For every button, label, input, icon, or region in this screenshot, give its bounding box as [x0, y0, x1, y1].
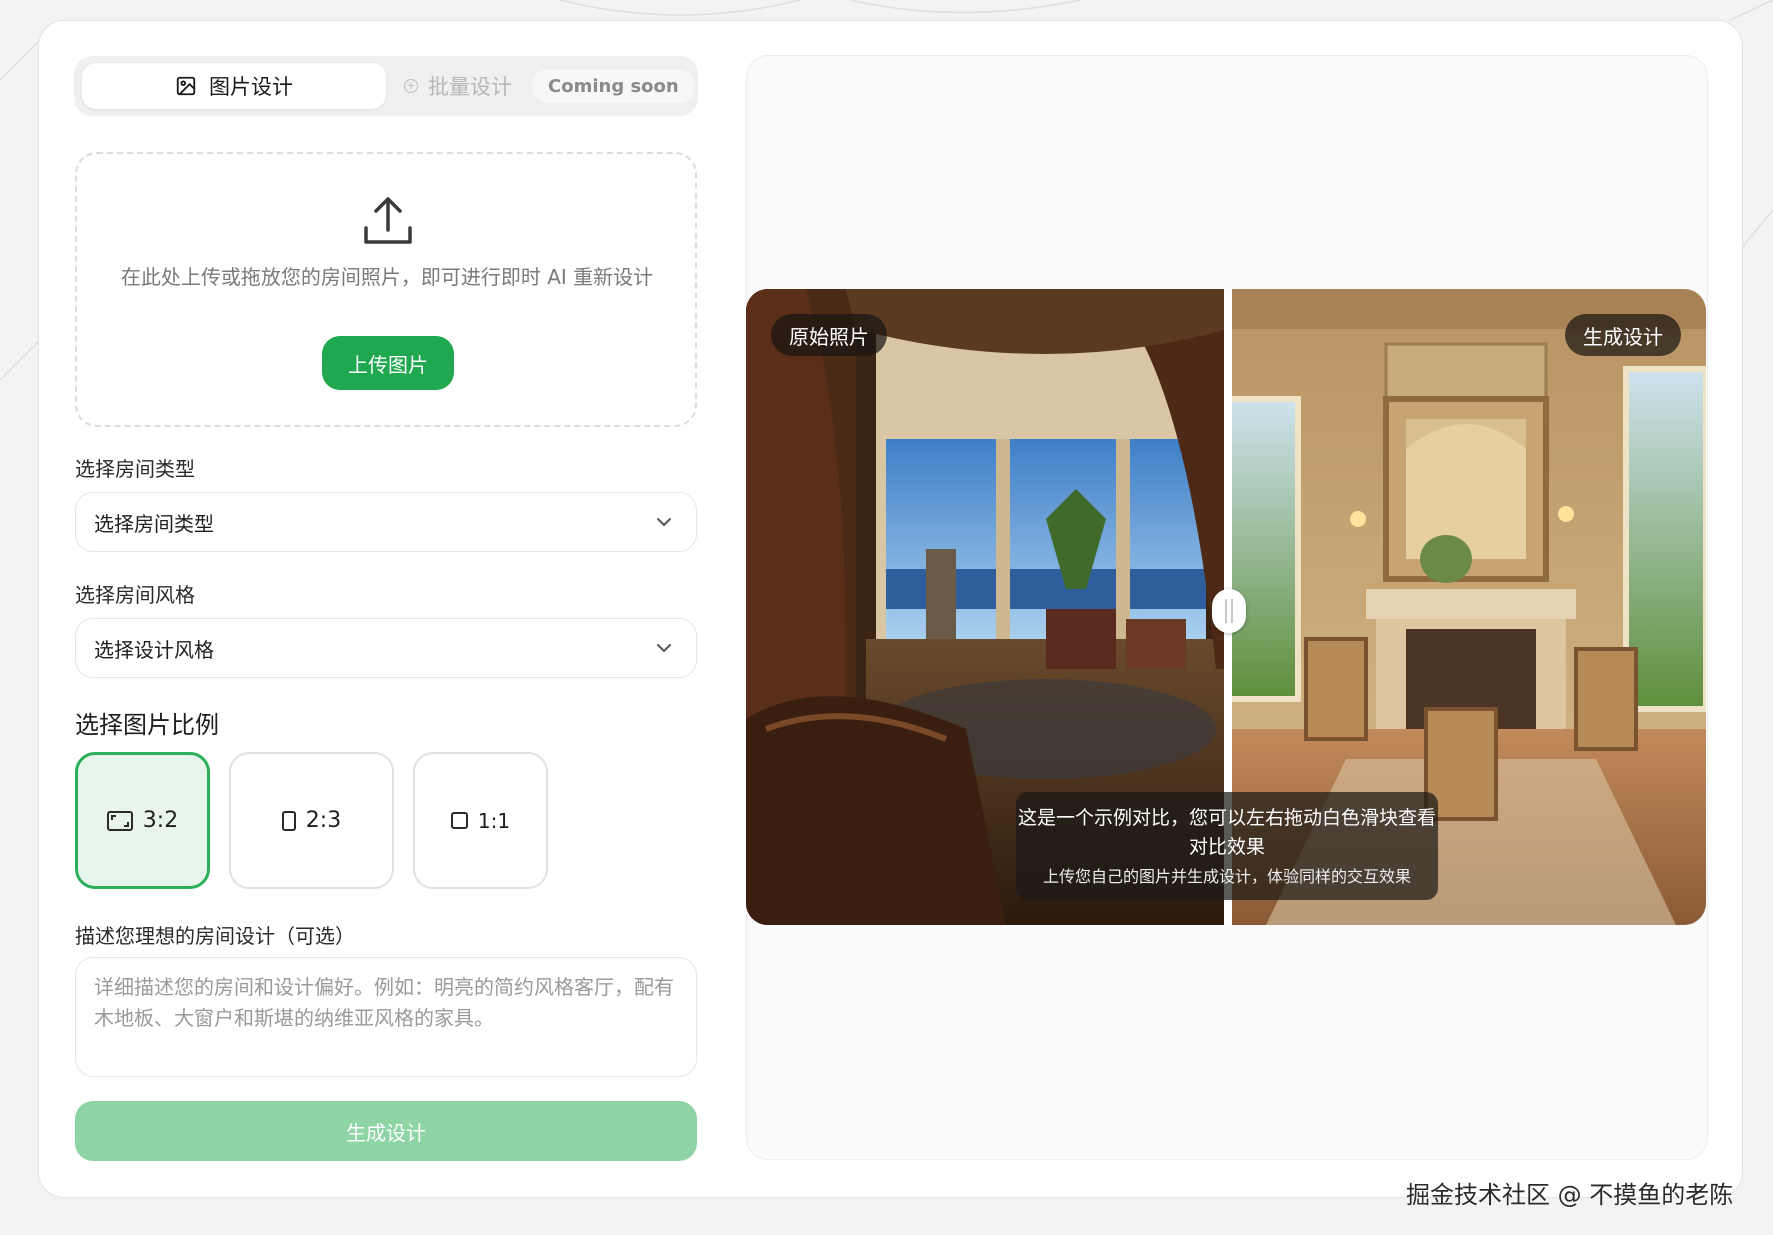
- chevron-down-icon: [657, 518, 671, 526]
- ratio-option-label: 2:3: [305, 808, 342, 833]
- image-icon: [176, 76, 196, 96]
- tab-batch-design-label: 批量设计: [428, 75, 512, 99]
- room-style-value: 选择设计风格: [94, 637, 214, 662]
- plus-circle-icon: +: [404, 79, 418, 93]
- compare-slider-handle[interactable]: [1212, 589, 1246, 633]
- description-label: 描述您理想的房间设计（可选）: [75, 924, 355, 948]
- room-type-select[interactable]: 选择房间类型: [75, 492, 697, 552]
- upload-button[interactable]: 上传图片: [322, 336, 454, 390]
- ratio-label: 选择图片比例: [75, 711, 219, 739]
- room-style-label: 选择房间风格: [75, 583, 195, 607]
- room-type-label: 选择房间类型: [75, 457, 195, 481]
- caption-primary: 这是一个示例对比，您可以左右拖动白色滑块查看对比效果: [1017, 807, 1436, 858]
- description-textarea[interactable]: 详细描述您的房间和设计偏好。例如：明亮的简约风格客厅，配有木地板、大窗户和斯堪的…: [75, 957, 697, 1077]
- room-style-select[interactable]: 选择设计风格: [75, 618, 697, 678]
- tab-image-design-label: 图片设计: [209, 75, 293, 99]
- ratio-option-label: 3:2: [142, 808, 179, 833]
- chevron-down-icon: [657, 644, 671, 652]
- coming-soon-badge: Coming soon: [532, 69, 695, 103]
- generate-button[interactable]: 生成设计: [75, 1101, 697, 1161]
- mode-tabs: 图片设计 + 批量设计 Coming soon: [74, 56, 698, 116]
- ratio-option-3-2[interactable]: 3:2: [75, 752, 210, 889]
- upload-dropzone[interactable]: 在此处上传或拖放您的房间照片，即可进行即时 AI 重新设计 上传图片: [75, 152, 697, 427]
- upload-hint: 在此处上传或拖放您的房间照片，即可进行即时 AI 重新设计: [120, 265, 654, 289]
- aspect-square-icon: [450, 812, 468, 829]
- tab-image-design[interactable]: 图片设计: [82, 63, 386, 109]
- generated-design-badge: 生成设计: [1565, 314, 1681, 356]
- caption-secondary: 上传您自己的图片并生成设计，体验同样的交互效果: [1042, 867, 1411, 886]
- before-after-compare[interactable]: 原始照片 生成设计 这是一个示例对比，您可以左右拖动白色滑块查看对比效果 上传您…: [746, 289, 1706, 925]
- original-photo-badge: 原始照片: [771, 314, 887, 356]
- room-type-value: 选择房间类型: [94, 511, 214, 536]
- aspect-landscape-icon: [106, 810, 133, 831]
- compare-caption: 这是一个示例对比，您可以左右拖动白色滑块查看对比效果 上传您自己的图片并生成设计…: [1016, 792, 1438, 900]
- watermark: 掘金技术社区 @ 不摸鱼的老陈: [1406, 1181, 1734, 1209]
- ratio-option-2-3[interactable]: 2:3: [229, 752, 394, 889]
- ratio-option-1-1[interactable]: 1:1: [413, 752, 548, 889]
- tab-batch-design: + 批量设计: [404, 63, 512, 109]
- ratio-option-label: 1:1: [477, 808, 511, 833]
- aspect-portrait-icon: [281, 810, 296, 831]
- upload-icon: [364, 197, 412, 244]
